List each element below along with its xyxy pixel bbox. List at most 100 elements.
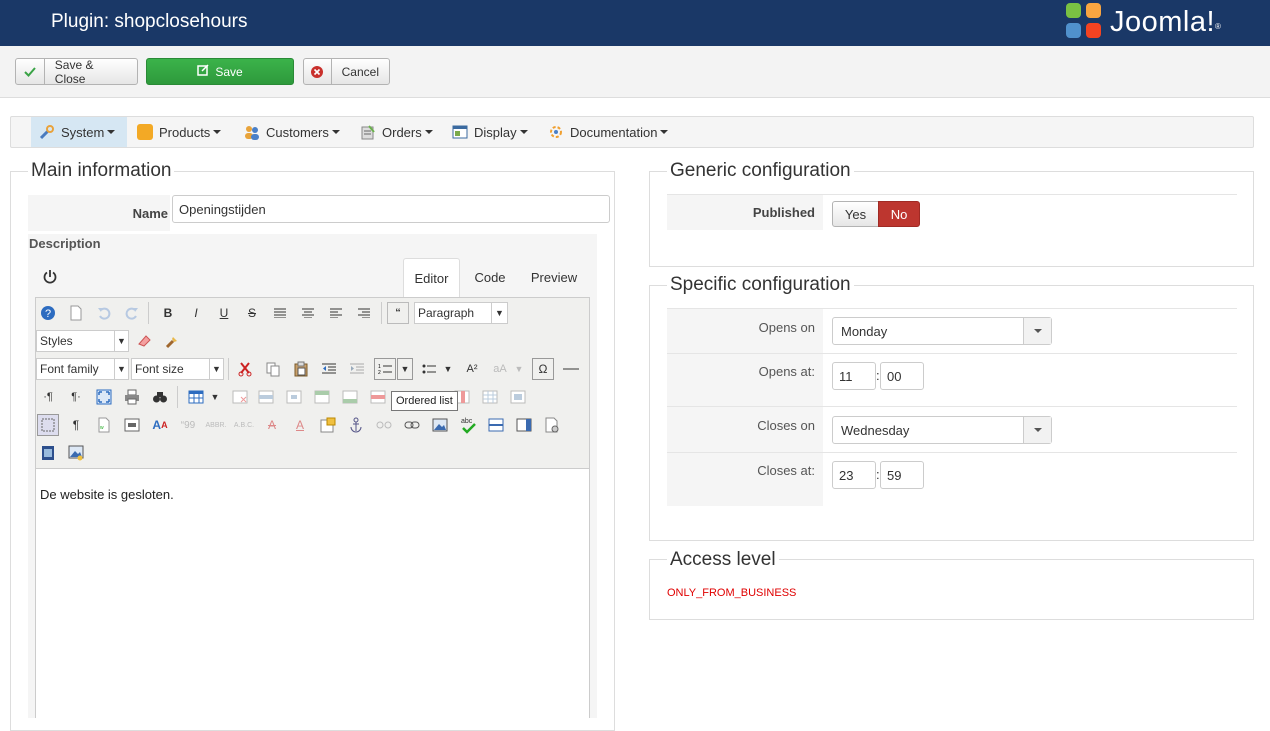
font-family-select[interactable]: Font family ▼ [36, 358, 129, 380]
insert-image-icon[interactable] [65, 442, 87, 464]
menu-system[interactable]: System [31, 117, 127, 147]
joomla-logo: Joomla! ® [1066, 3, 1221, 41]
styles-select[interactable]: Styles ▼ [36, 330, 129, 352]
indent-icon[interactable] [346, 358, 368, 380]
power-icon[interactable] [42, 269, 58, 288]
cut-icon[interactable] [234, 358, 256, 380]
superscript-icon[interactable]: A² [461, 358, 483, 380]
merge-cells-icon[interactable] [507, 386, 529, 408]
closes-on-select[interactable]: Wednesday [832, 416, 1052, 444]
subscript-icon[interactable]: aA [489, 358, 511, 380]
align-left-icon[interactable] [325, 302, 347, 324]
outdent-icon[interactable] [318, 358, 340, 380]
visual-aid-icon[interactable] [37, 414, 59, 436]
row-props-icon[interactable] [255, 386, 277, 408]
table-icon[interactable] [185, 386, 207, 408]
tab-code[interactable]: Code [465, 258, 515, 298]
article-icon[interactable] [541, 414, 563, 436]
align-right-icon[interactable] [353, 302, 375, 324]
underline-icon[interactable]: U [213, 302, 235, 324]
opens-on-select[interactable]: Monday [832, 317, 1052, 345]
subscript-dropdown[interactable]: ▼ [511, 358, 527, 380]
insert-row-before-icon[interactable] [311, 386, 333, 408]
main-menu: System Products Customers Orders Display… [10, 116, 1254, 148]
delete-table-icon[interactable] [229, 386, 251, 408]
link-icon[interactable] [401, 414, 423, 436]
ordered-list-icon[interactable]: 12 [374, 358, 396, 380]
paragraph-select[interactable]: Paragraph ▼ [414, 302, 508, 324]
menu-orders[interactable]: Orders [352, 117, 441, 147]
save-button[interactable]: Save [146, 58, 294, 85]
bullet-list-dropdown[interactable]: ▼ [440, 358, 456, 380]
acronym-icon[interactable]: A.B.C. [233, 414, 255, 436]
italic-icon[interactable]: I [185, 302, 207, 324]
closes-hour-input[interactable]: 23 [832, 461, 876, 489]
style-props-icon[interactable]: AA [149, 414, 171, 436]
image-icon[interactable] [429, 414, 451, 436]
rtl-icon[interactable]: ¶· [65, 386, 87, 408]
opens-minute-input[interactable]: 00 [880, 362, 924, 390]
spellcheck-icon[interactable]: abc [457, 414, 479, 436]
bold-icon[interactable]: B [157, 302, 179, 324]
chevron-down-icon [1023, 417, 1051, 443]
pagebreak-icon[interactable] [485, 414, 507, 436]
menu-display[interactable]: Display [444, 117, 536, 147]
paste-icon[interactable] [290, 358, 312, 380]
new-document-icon[interactable] [65, 302, 87, 324]
tab-editor[interactable]: Editor [403, 258, 460, 298]
svg-text:2: 2 [378, 370, 381, 375]
brand-name: Joomla! [1110, 5, 1216, 38]
eraser-icon[interactable] [133, 330, 155, 352]
attribs-icon[interactable] [317, 414, 339, 436]
menu-customers[interactable]: Customers [236, 117, 348, 147]
editor-content[interactable]: De website is gesloten. [36, 468, 589, 718]
show-blocks-icon[interactable]: ¶ [65, 414, 87, 436]
blockquote-icon[interactable]: “ [387, 302, 409, 324]
abbr-icon[interactable]: ABBR. [205, 414, 227, 436]
strikethrough-icon[interactable]: S [241, 302, 263, 324]
published-label: Published [667, 195, 823, 230]
opens-hour-input[interactable]: 11 [832, 362, 876, 390]
readmore-icon[interactable] [513, 414, 535, 436]
print-icon[interactable] [121, 386, 143, 408]
published-no-button[interactable]: No [878, 201, 920, 227]
menu-products[interactable]: Products [129, 117, 229, 147]
horizontal-rule-icon[interactable] [560, 358, 582, 380]
redo-icon[interactable] [121, 302, 143, 324]
split-cells-icon[interactable] [479, 386, 501, 408]
table-dropdown[interactable]: ▼ [207, 386, 223, 408]
fullscreen-icon[interactable] [93, 386, 115, 408]
cite-icon[interactable]: “99 [177, 414, 199, 436]
template-icon[interactable] [121, 414, 143, 436]
clean-brush-icon[interactable] [161, 330, 183, 352]
cancel-button[interactable]: Cancel [303, 58, 390, 85]
tab-preview[interactable]: Preview [525, 258, 583, 298]
align-justify-icon[interactable] [269, 302, 291, 324]
copy-icon[interactable] [262, 358, 284, 380]
delete-row-icon[interactable] [367, 386, 389, 408]
insert-file-icon[interactable]: w [93, 414, 115, 436]
closes-at-label: Closes at: [667, 453, 823, 506]
name-input[interactable]: Openingstijden [172, 195, 610, 223]
undo-icon[interactable] [93, 302, 115, 324]
unlink-icon[interactable] [373, 414, 395, 436]
opens-at-label: Opens at: [667, 354, 823, 406]
cell-props-icon[interactable] [283, 386, 305, 408]
ltr-icon[interactable]: ·¶ [37, 386, 59, 408]
bullet-list-icon[interactable] [418, 358, 440, 380]
insert-row-after-icon[interactable] [339, 386, 361, 408]
ins-icon[interactable]: A [289, 414, 311, 436]
del-icon[interactable]: A [261, 414, 283, 436]
anchor-icon[interactable] [345, 414, 367, 436]
find-icon[interactable] [149, 386, 171, 408]
save-close-button[interactable]: Save & Close [15, 58, 138, 86]
video-icon[interactable] [37, 442, 59, 464]
help-icon[interactable]: ? [37, 302, 59, 324]
published-yes-button[interactable]: Yes [832, 201, 879, 227]
font-size-select[interactable]: Font size ▼ [131, 358, 224, 380]
ordered-list-dropdown[interactable]: ▼ [397, 358, 413, 380]
align-center-icon[interactable] [297, 302, 319, 324]
special-character-icon[interactable]: Ω [532, 358, 554, 380]
menu-documentation[interactable]: Documentation [540, 117, 676, 147]
closes-minute-input[interactable]: 59 [880, 461, 924, 489]
